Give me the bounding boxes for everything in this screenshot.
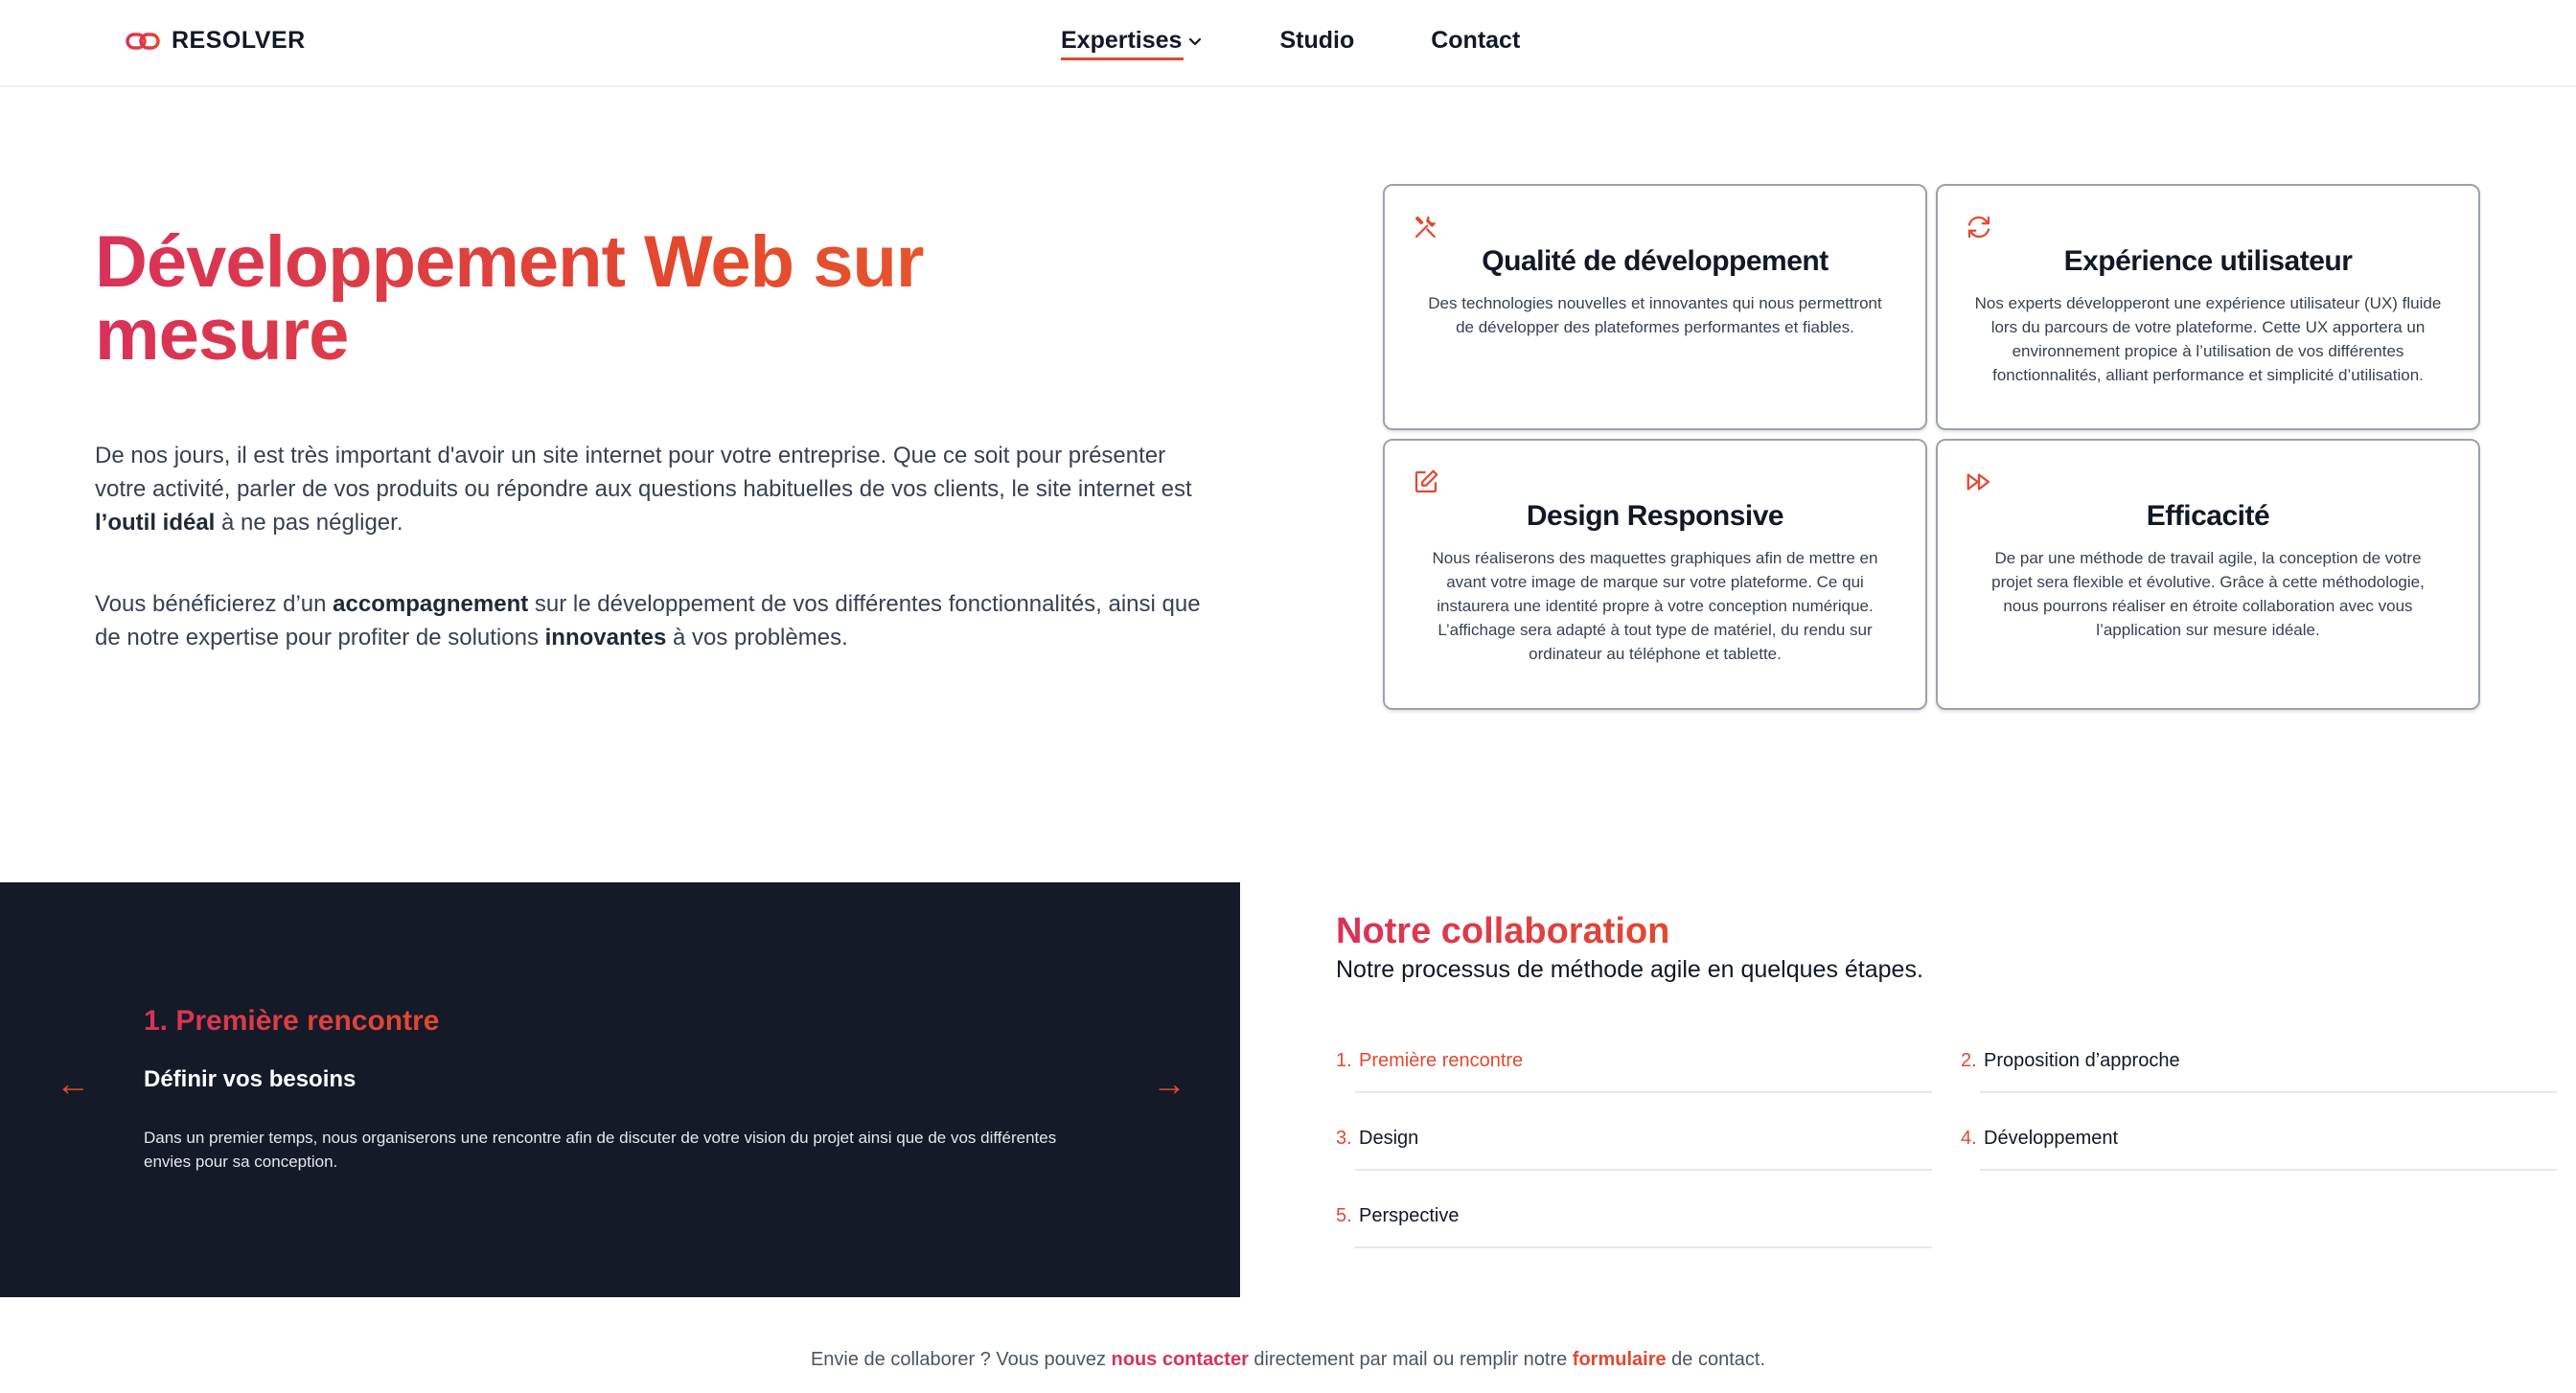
step-item-design[interactable]: 3. Design xyxy=(1336,1093,1932,1171)
card-title: Expérience utilisateur xyxy=(2063,245,2353,277)
step-item-developpement[interactable]: 4. Développement xyxy=(1961,1093,2557,1171)
brand-logo[interactable]: RESOLVER xyxy=(126,27,306,55)
step-item-premiere-rencontre[interactable]: 1. Première rencontre xyxy=(1336,1016,1932,1093)
step-label: Première rencontre xyxy=(1359,1050,1524,1071)
support-paragraph: Vous bénéficierez d’un accompagnement su… xyxy=(95,587,1207,654)
intro-text: De nos jours, il est très important d'av… xyxy=(95,443,1192,502)
carousel-next-button[interactable]: → xyxy=(1152,1066,1186,1101)
footer-text: Envie de collaborer ? Vous pouvez xyxy=(810,1349,1112,1370)
step-number: 4. xyxy=(1961,1128,1977,1149)
footer-cta: Envie de collaborer ? Vous pouvez nous c… xyxy=(0,1349,2576,1371)
contact-link[interactable]: nous contacter xyxy=(1112,1349,1249,1370)
carousel-step-subtitle: Définir vos besoins xyxy=(144,1066,356,1092)
support-text: à vos problèmes. xyxy=(666,625,848,651)
edit-icon xyxy=(1414,469,1438,493)
fast-forward-icon xyxy=(1966,473,1990,491)
card-title: Design Responsive xyxy=(1526,500,1784,532)
step-divider xyxy=(1355,1246,1932,1248)
main-nav: Expertises Studio Contact xyxy=(1061,27,1520,60)
card-text: Nous réaliserons des maquettes graphique… xyxy=(1432,549,1878,663)
nav-item-expertises[interactable]: Expertises xyxy=(1061,27,1203,60)
nav-item-studio[interactable]: Studio xyxy=(1279,27,1354,55)
step-label: Perspective xyxy=(1359,1205,1460,1226)
intro-emphasis: l’outil idéal xyxy=(95,510,216,536)
feature-card-efficiency: Efficacité De par une méthode de travail… xyxy=(1936,439,2480,710)
step-number: 1. xyxy=(1336,1050,1352,1071)
nav-item-label: Contact xyxy=(1431,27,1521,54)
card-text: Nos experts développeront une expérience… xyxy=(1974,294,2442,384)
step-number: 3. xyxy=(1336,1128,1352,1149)
feature-card-quality: Qualité de développement Des technologie… xyxy=(1383,184,1927,430)
brand-name: RESOLVER xyxy=(172,27,306,54)
card-title: Qualité de développement xyxy=(1482,245,1828,277)
card-text: Des technologies nouvelles et innovantes… xyxy=(1428,294,1882,336)
tools-icon xyxy=(1414,216,1436,239)
step-divider xyxy=(1980,1169,2557,1171)
nav-item-label: Expertises xyxy=(1061,27,1183,54)
support-emphasis: accompagnement xyxy=(333,591,529,617)
support-text: Vous bénéficierez d’un xyxy=(95,591,334,617)
step-label: Développement xyxy=(1984,1128,2119,1149)
feature-card-ux: Expérience utilisateur Nos experts dével… xyxy=(1936,184,2480,430)
step-number: 2. xyxy=(1961,1050,1977,1071)
step-item-perspective[interactable]: 5. Perspective xyxy=(1336,1171,1932,1248)
card-title: Efficacité xyxy=(2146,500,2270,532)
nav-item-contact[interactable]: Contact xyxy=(1431,27,1520,55)
step-label: Proposition d’approche xyxy=(1984,1050,2180,1071)
carousel-step-title: 1. Première rencontre xyxy=(144,1005,440,1037)
intro-paragraph: De nos jours, il est très important d'av… xyxy=(95,439,1207,539)
link-chain-icon xyxy=(126,32,160,50)
carousel-step-description: Dans un premier temps, nous organiserons… xyxy=(144,1129,1057,1171)
card-text: De par une méthode de travail agile, la … xyxy=(1991,549,2425,639)
footer-text: de contact. xyxy=(1666,1349,1766,1370)
nav-item-label: Studio xyxy=(1279,27,1355,54)
top-navbar: RESOLVER Expertises Studio Contact xyxy=(0,0,2576,87)
collab-title: Notre collaboration xyxy=(1336,911,1670,951)
page-title: Développement Web sur mesure xyxy=(95,226,1053,372)
intro-text: à ne pas négliger. xyxy=(215,510,403,536)
support-emphasis: innovantes xyxy=(544,625,667,651)
feature-card-responsive: Design Responsive Nous réaliserons des m… xyxy=(1383,439,1927,710)
step-label: Design xyxy=(1359,1128,1419,1149)
step-number: 5. xyxy=(1336,1205,1352,1226)
footer-text: directement par mail ou remplir notre xyxy=(1248,1349,1573,1370)
form-link[interactable]: formulaire xyxy=(1573,1349,1667,1370)
refresh-icon xyxy=(1967,216,1990,239)
chevron-down-icon xyxy=(1189,37,1202,45)
step-item-proposition[interactable]: 2. Proposition d’approche xyxy=(1961,1016,2557,1093)
collab-subtitle: Notre processus de méthode agile en quel… xyxy=(1336,956,1923,983)
carousel-prev-button[interactable]: ← xyxy=(56,1066,90,1101)
